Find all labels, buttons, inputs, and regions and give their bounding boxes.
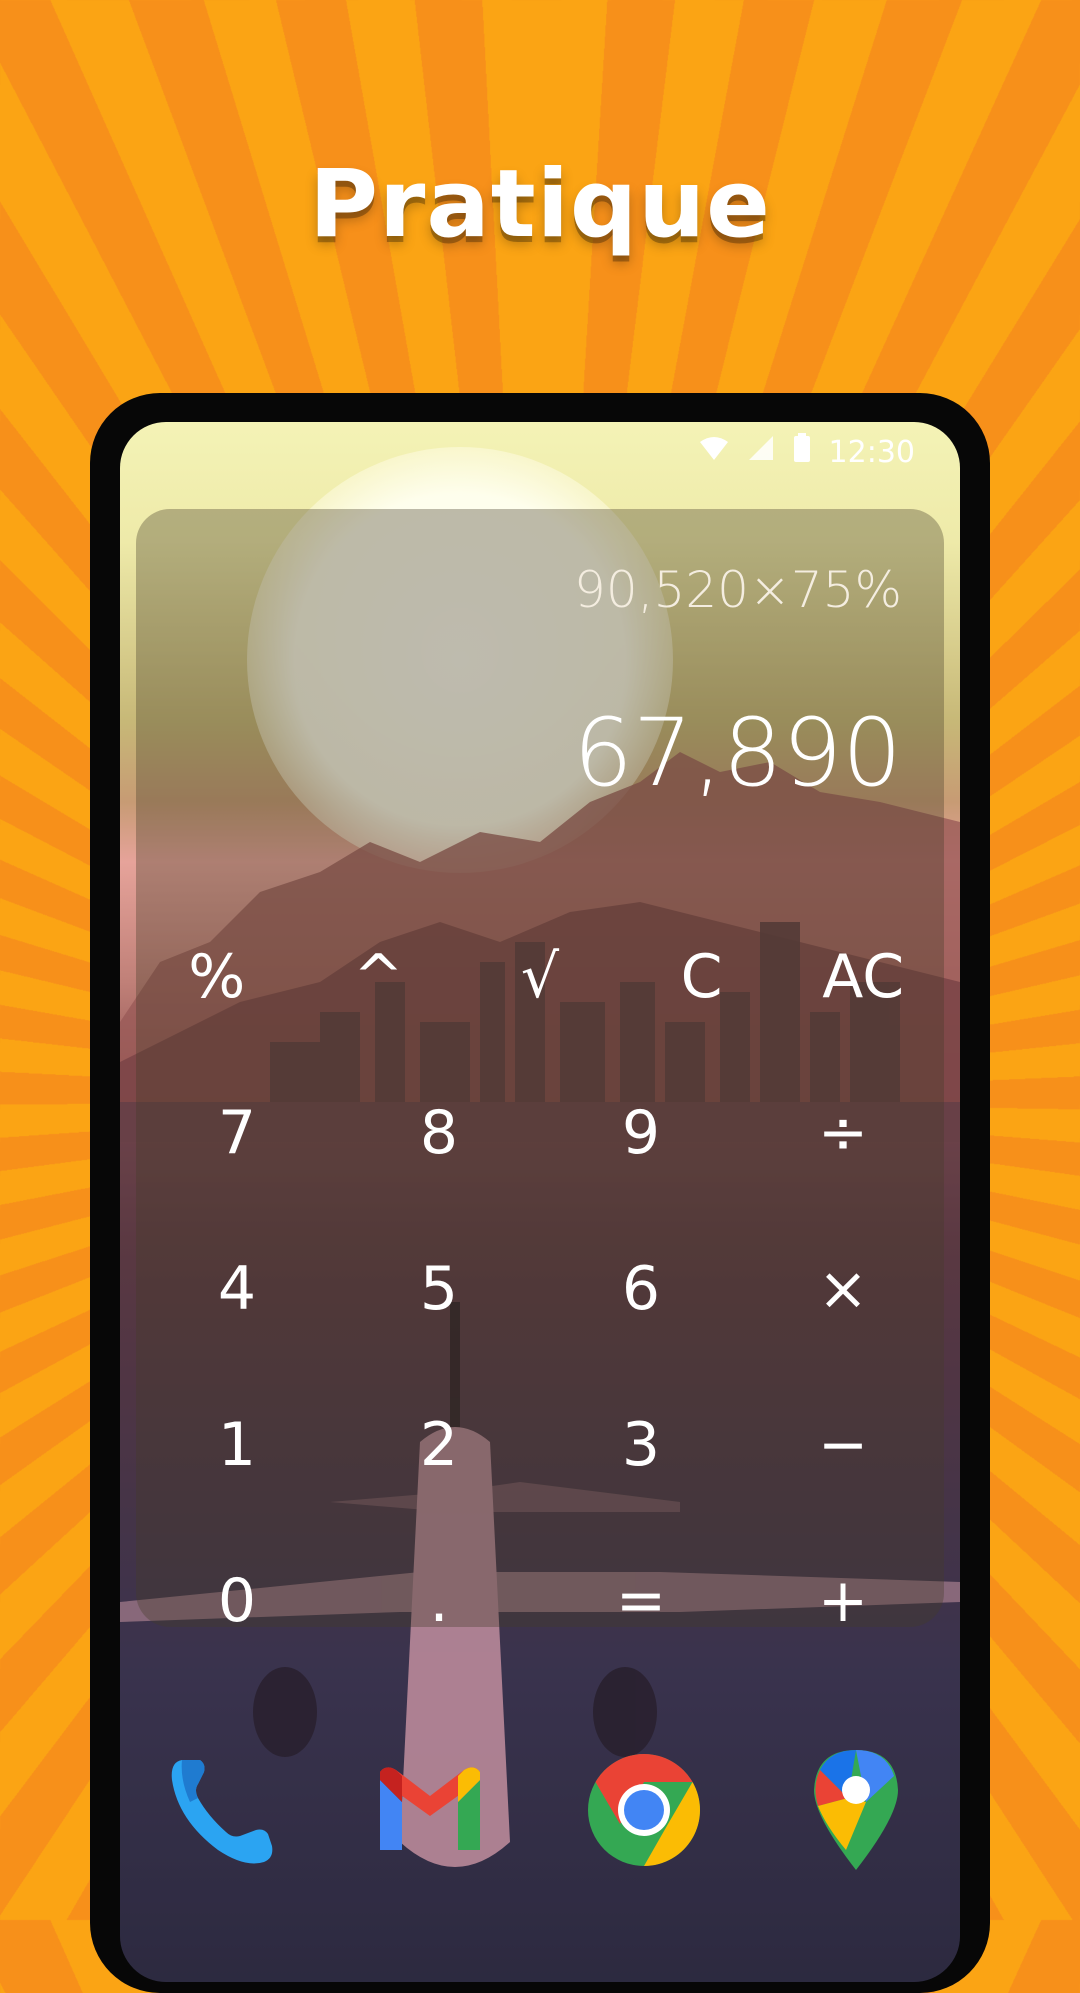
key-8[interactable]: 8 <box>338 1055 540 1211</box>
status-time: 12:30 <box>828 434 915 470</box>
key-6[interactable]: 6 <box>540 1211 742 1367</box>
key-minus[interactable]: − <box>742 1367 944 1523</box>
key-decimal[interactable]: . <box>338 1523 540 1679</box>
phone-app-icon[interactable] <box>160 1750 280 1870</box>
key-percent[interactable]: % <box>136 899 298 1055</box>
key-equals[interactable]: = <box>540 1523 742 1679</box>
key-2[interactable]: 2 <box>338 1367 540 1523</box>
wifi-icon <box>699 435 729 470</box>
key-power[interactable]: ^ <box>298 899 460 1055</box>
phone-screen: 12:30 90,520×75% 67,890 % ^ √ C AC 7 8 9… <box>120 422 960 1982</box>
key-5[interactable]: 5 <box>338 1211 540 1367</box>
key-4[interactable]: 4 <box>136 1211 338 1367</box>
calculator-result: 67,890 <box>573 699 902 808</box>
key-divide[interactable]: ÷ <box>742 1055 944 1211</box>
chrome-app-icon[interactable] <box>584 1750 704 1870</box>
key-3[interactable]: 3 <box>540 1367 742 1523</box>
phone-frame: 12:30 90,520×75% 67,890 % ^ √ C AC 7 8 9… <box>90 393 990 1993</box>
calculator-keypad: % ^ √ C AC 7 8 9 ÷ 4 5 6 × 1 2 3 − 0 . =… <box>136 899 944 1679</box>
keypad-row: 1 2 3 − <box>136 1367 944 1523</box>
calculator-expression: 90,520×75% <box>574 561 902 619</box>
keypad-row: % ^ √ C AC <box>136 899 944 1055</box>
calculator-widget: 90,520×75% 67,890 % ^ √ C AC 7 8 9 ÷ 4 5… <box>136 509 944 1636</box>
key-0[interactable]: 0 <box>136 1523 338 1679</box>
key-7[interactable]: 7 <box>136 1055 338 1211</box>
signal-icon <box>747 434 775 470</box>
key-9[interactable]: 9 <box>540 1055 742 1211</box>
maps-app-icon[interactable] <box>806 1746 926 1870</box>
key-1[interactable]: 1 <box>136 1367 338 1523</box>
headline: Pratique <box>309 150 771 259</box>
battery-icon <box>793 433 811 471</box>
keypad-row: 7 8 9 ÷ <box>136 1055 944 1211</box>
keypad-row: 0 . = + <box>136 1523 944 1679</box>
key-clear[interactable]: C <box>621 899 783 1055</box>
gmail-app-icon[interactable] <box>370 1750 490 1870</box>
status-bar: 12:30 <box>120 422 960 482</box>
key-all-clear[interactable]: AC <box>782 899 944 1055</box>
key-multiply[interactable]: × <box>742 1211 944 1367</box>
key-sqrt[interactable]: √ <box>459 899 621 1055</box>
app-dock <box>120 1742 960 1872</box>
key-plus[interactable]: + <box>742 1523 944 1679</box>
keypad-row: 4 5 6 × <box>136 1211 944 1367</box>
